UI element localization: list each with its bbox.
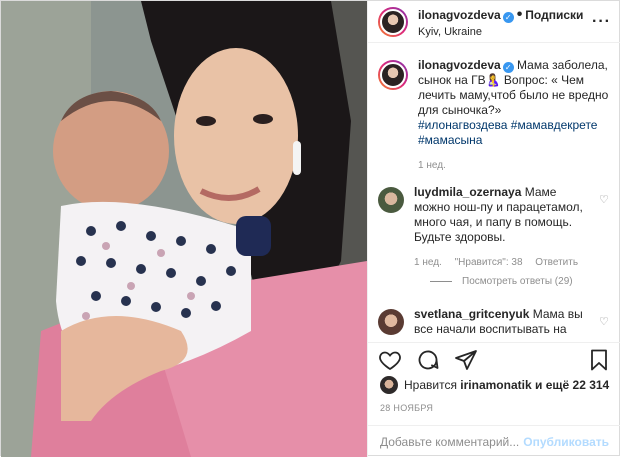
view-replies-label: Посмотреть ответы (29) (462, 276, 573, 287)
verified-icon: ✓ (502, 11, 514, 23)
comment-icon[interactable] (416, 348, 440, 372)
caption: ilonagvozdeva ✓ Мама заболела, сынок на Г… (378, 58, 611, 173)
comment-likes[interactable]: "Нравится": 38 (455, 257, 523, 268)
post-photo[interactable] (1, 1, 367, 457)
verified-icon: ✓ (502, 62, 514, 73)
heart-icon[interactable] (378, 348, 402, 372)
likes-summary: Нравится irinamonatik и ещё 22 314 (380, 376, 611, 394)
action-bar (368, 342, 620, 376)
reply-button[interactable]: Ответить (535, 257, 578, 268)
comment-body: svetlana_gritcenyuk Мама вы все начали в… (414, 307, 595, 337)
likes-prefix: Нравится (404, 378, 457, 392)
caption-hashtags[interactable]: #илонагвоздева #мамавдекрете #мамасына (418, 118, 611, 148)
comment-time: 1 нед. (414, 257, 442, 268)
comment-item: svetlana_gritcenyuk Мама вы все начали в… (378, 307, 611, 337)
comment-username[interactable]: luydmila_ozernaya (414, 185, 521, 199)
comment-item: luydmila_ozernaya Маме можно нош-пу и па… (378, 185, 611, 270)
publish-button[interactable]: Опубликовать (523, 435, 609, 449)
separator-dot: • (516, 5, 523, 23)
comment-like-heart-icon[interactable]: ♡ (599, 193, 611, 206)
more-icon[interactable]: ··· (592, 13, 611, 31)
mother-and-baby-photo (1, 1, 367, 457)
caption-avatar[interactable] (378, 60, 408, 90)
post-date[interactable]: 28 НОЯБРЯ (380, 403, 433, 413)
view-replies[interactable]: Посмотреть ответы (29) (430, 276, 611, 287)
add-comment-bar: Добавьте комментарий... Опубликовать (368, 425, 620, 457)
location-link[interactable]: Kyiv, Ukraine (418, 26, 592, 38)
author-username[interactable]: ilonagvozdeva (418, 8, 501, 22)
comment-meta: 1 нед. "Нравится": 38 Ответить (414, 255, 595, 270)
post-sidebar: ilonagvozdeva ✓ • Подписки Kyiv, Ukraine ··… (367, 1, 620, 457)
comment-like-heart-icon[interactable]: ♡ (599, 315, 611, 328)
commenter-avatar[interactable] (378, 309, 404, 335)
caption-time: 1 нед. (418, 160, 446, 171)
share-icon[interactable] (454, 348, 478, 372)
caption-username[interactable]: ilonagvozdeva (418, 58, 501, 72)
liker-avatar[interactable] (380, 376, 398, 394)
commenter-avatar[interactable] (378, 187, 404, 213)
likes-count[interactable]: и ещё 22 314 (535, 378, 609, 392)
bookmark-icon[interactable] (587, 348, 611, 372)
author-meta: ilonagvozdeva ✓ • Подписки Kyiv, Ukraine (418, 6, 592, 38)
caption-body: ilonagvozdeva ✓ Мама заболела, сынок на Г… (418, 58, 611, 173)
following-button[interactable]: Подписки (525, 8, 583, 22)
comment-input[interactable]: Добавьте комментарий... (380, 435, 523, 449)
replies-line (430, 281, 452, 282)
comments-list[interactable]: ilonagvozdeva ✓ Мама заболела, сынок на Г… (368, 44, 620, 342)
instagram-post: ilonagvozdeva ✓ • Подписки Kyiv, Ukraine ··… (0, 0, 620, 457)
comment-body: luydmila_ozernaya Маме можно нош-пу и па… (414, 185, 595, 270)
post-header: ilonagvozdeva ✓ • Подписки Kyiv, Ukraine ··… (368, 1, 620, 43)
author-avatar[interactable] (378, 6, 408, 37)
comment-username[interactable]: svetlana_gritcenyuk (414, 307, 529, 321)
liker-username[interactable]: irinamonatik (460, 378, 531, 392)
